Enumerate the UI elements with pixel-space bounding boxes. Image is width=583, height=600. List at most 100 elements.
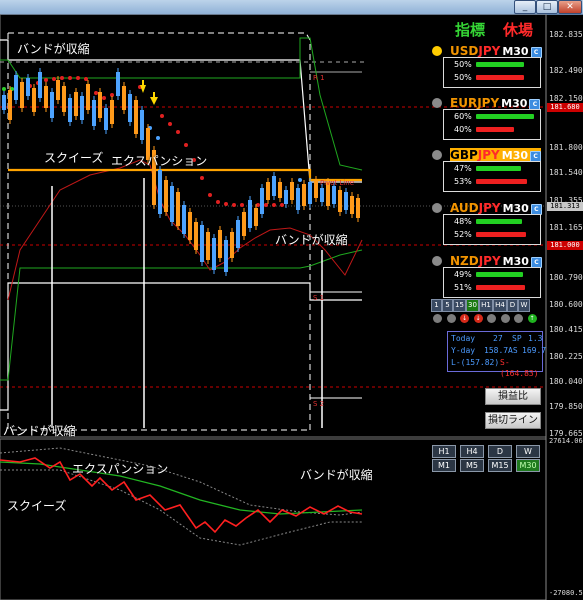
buy-strength-bar	[476, 272, 524, 277]
alert-icon[interactable]	[432, 98, 442, 108]
as-value: 169.7	[522, 346, 547, 355]
minimize-button[interactable]: _	[514, 0, 536, 14]
annotation-band-contract-top: バンドが収縮	[17, 42, 90, 56]
signal-light-red: ↓	[460, 314, 469, 323]
band-outer-lower	[0, 282, 362, 411]
timeframe-button-30[interactable]: 30	[466, 299, 479, 312]
sub-axis-top: 27614.067	[549, 437, 583, 445]
sell-strength-bar	[476, 179, 527, 184]
buy-percent: 49%	[454, 270, 472, 279]
today-value: 27	[493, 334, 503, 343]
annotation-band-contract-bottom: バンドが収縮	[3, 424, 76, 438]
alert-icon[interactable]	[432, 150, 442, 160]
timeframe-button-h1[interactable]: H1	[479, 299, 493, 312]
sp-value: 1.3	[528, 334, 543, 343]
alert-icon[interactable]	[432, 203, 442, 213]
price-tick: 182.835	[549, 30, 583, 39]
symbol-base: GBP	[450, 148, 478, 162]
as-label: AS	[508, 346, 518, 355]
sub-timeframe-button-m30[interactable]: M30	[516, 459, 540, 472]
sell-percent: 40%	[454, 125, 472, 134]
price-tick: 180.040	[549, 377, 583, 386]
signal-light-gray	[514, 314, 523, 323]
annotation-band-contract-mid: バンドが収縮	[275, 233, 348, 247]
long-value: L-(157.82)	[451, 358, 500, 367]
strength-box: 47% 53%	[443, 161, 541, 192]
timeframe-button-1[interactable]: 1	[431, 299, 442, 312]
band-inner-lower	[0, 249, 363, 381]
sell-strength-bar	[476, 127, 515, 132]
symbol-quote: JPY	[477, 96, 500, 110]
buy-percent: 60%	[454, 112, 472, 121]
sub-timeframe-button-w[interactable]: W	[516, 445, 540, 458]
sell-percent: 51%	[454, 283, 472, 292]
yday-value: 158.7	[484, 346, 509, 355]
symbol-base: AUD	[450, 201, 479, 215]
market-closed-header: 休場	[503, 21, 534, 39]
s2-label: S 2	[313, 400, 325, 408]
close-button[interactable]: ✕	[558, 0, 582, 14]
timeframe-button-15[interactable]: 15	[453, 299, 466, 312]
price-tick: 181.540	[549, 168, 583, 177]
sub-timeframe-button-d[interactable]: D	[488, 445, 512, 458]
signal-light-gray	[500, 314, 510, 323]
pivot-label: Pivot Line	[320, 179, 354, 187]
price-tick: 181.165	[549, 223, 583, 232]
pivot-line	[8, 168, 362, 182]
yday-label: Y-day	[451, 346, 476, 355]
annotation-expansion-sub: エクスパンション	[72, 462, 169, 476]
price-tick: 182.150	[549, 94, 583, 103]
yellow-arrow-2	[150, 92, 158, 105]
sub-timeframe-button-h1[interactable]: H1	[432, 445, 456, 458]
symbol-base: EUR	[450, 96, 478, 110]
strength-box: 48% 52%	[443, 214, 541, 245]
sell-strength-bar	[476, 75, 524, 80]
annotation-expansion: エクスパンション	[111, 154, 208, 168]
alert-icon[interactable]	[432, 256, 442, 266]
symbol-base: NZD	[450, 254, 479, 268]
annotation-squeeze-sub: スクイーズ	[7, 499, 67, 513]
red-price-marker-lower: 181.000	[547, 241, 583, 250]
sell-percent: 50%	[454, 73, 472, 82]
profit-ratio-button[interactable]: 損益比	[485, 388, 541, 405]
timeframe-button-d[interactable]: D	[507, 299, 518, 312]
sell-percent: 52%	[454, 230, 472, 239]
signal-light-gray	[433, 314, 442, 323]
symbol-quote: JPY	[478, 44, 501, 58]
indicator-header: 指標	[455, 21, 486, 39]
price-tick: 180.600	[549, 300, 583, 309]
price-tick: 179.850	[549, 402, 583, 411]
symbol-quote: JPY	[478, 201, 501, 215]
sp-label: SP	[512, 334, 522, 343]
spread-info-box: Today 27 SP 1.3 Y-day 158.7 AS 169.7 L-(…	[447, 331, 547, 378]
timeframe-button-w[interactable]: W	[518, 299, 530, 312]
sell-strength-bar	[476, 285, 525, 290]
annotation-squeeze: スクイーズ	[44, 151, 104, 165]
strength-box: 49% 51%	[443, 267, 541, 298]
annotation-band-contract-sub: バンドが収縮	[300, 468, 373, 482]
signal-light-red: ↓	[473, 314, 483, 323]
short-value: S-(164.83)	[500, 358, 539, 378]
buy-percent: 50%	[454, 60, 472, 69]
price-tick: 181.800	[549, 143, 583, 152]
price-tick: 180.415	[549, 325, 583, 334]
sub-axis-bottom: -27080.561	[549, 589, 583, 597]
yellow-arrow-1	[140, 80, 146, 93]
buy-percent: 48%	[454, 217, 472, 226]
sell-strength-bar	[476, 232, 526, 237]
red-price-marker-upper: 181.680	[547, 103, 583, 112]
timeframe-button-h4[interactable]: H4	[493, 299, 507, 312]
strength-box: 50% 50%	[443, 57, 541, 88]
symbol-quote: JPY	[478, 254, 501, 268]
alert-icon[interactable]	[432, 46, 442, 56]
timeframe-button-5[interactable]: 5	[442, 299, 453, 312]
sub-timeframe-button-m1[interactable]: M1	[432, 459, 456, 472]
price-tick: 180.225	[549, 352, 583, 361]
stop-line-button[interactable]: 損切ライン	[485, 412, 541, 429]
sub-timeframe-button-m5[interactable]: M5	[460, 459, 484, 472]
window-title-bar: _ □ ✕	[0, 0, 583, 15]
sub-timeframe-button-m15[interactable]: M15	[488, 459, 512, 472]
s1-label: S 1	[313, 294, 325, 302]
sub-timeframe-button-h4[interactable]: H4	[460, 445, 484, 458]
maximize-button[interactable]: □	[536, 0, 558, 14]
